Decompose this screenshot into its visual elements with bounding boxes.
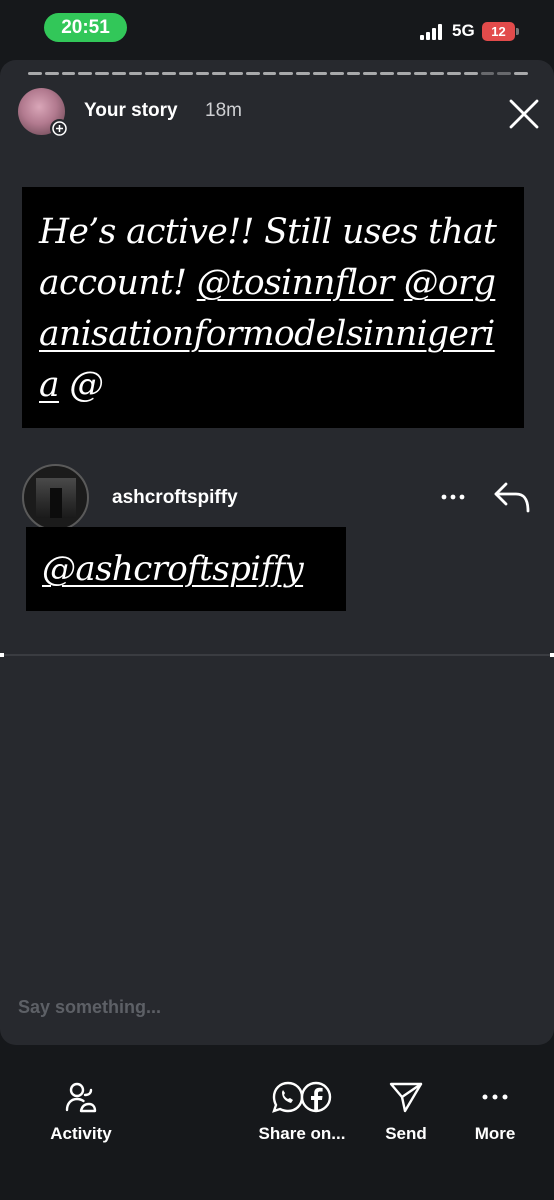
- mention-link[interactable]: @ashcroftspiffy: [42, 549, 304, 589]
- battery-level: 12: [491, 24, 506, 39]
- content-corner: [550, 653, 554, 657]
- status-time: 20:51: [44, 13, 127, 42]
- share-on-label: Share on...: [258, 1124, 346, 1143]
- story-card[interactable]: Your story 18m He’s active!! Still uses …: [0, 60, 554, 1045]
- send-label: Send: [385, 1124, 427, 1143]
- activity-button[interactable]: Activity: [48, 1080, 114, 1144]
- mention-link[interactable]: @tosinnflor: [197, 263, 394, 303]
- network-type: 5G: [452, 21, 475, 40]
- close-icon[interactable]: [508, 98, 540, 130]
- story-progress-bar: [28, 72, 528, 75]
- story-owner-name[interactable]: Your story: [84, 100, 178, 122]
- reply-input[interactable]: Say something...: [18, 997, 161, 1018]
- activity-people-icon: [65, 1082, 97, 1113]
- whatsapp-facebook-icon: [272, 1081, 332, 1113]
- story-text-tail: @: [58, 365, 104, 405]
- story-time-ago: 18m: [205, 100, 242, 121]
- send-paper-plane-icon: [389, 1082, 423, 1113]
- reply-arrow-icon[interactable]: [492, 480, 532, 516]
- content-corner: [0, 653, 4, 657]
- more-horizontal-icon[interactable]: [440, 487, 468, 507]
- cellular-signal-icon: [420, 24, 442, 40]
- status-bar: 20:51 5G 12: [0, 0, 554, 58]
- story-text-block: He’s active!! Still uses that account! @…: [22, 187, 524, 428]
- story-actions-bar: Activity Share on... Send More: [0, 1080, 554, 1160]
- send-button[interactable]: Send: [382, 1080, 430, 1144]
- more-button[interactable]: More: [472, 1080, 518, 1144]
- battery-icon: 12: [482, 22, 519, 41]
- content-divider: [0, 654, 554, 656]
- more-dots-icon: [482, 1094, 508, 1100]
- more-label: More: [474, 1124, 516, 1143]
- shared-post-username[interactable]: ashcroftspiffy: [112, 487, 238, 509]
- activity-label: Activity: [50, 1124, 112, 1143]
- share-on-button[interactable]: Share on...: [256, 1080, 348, 1144]
- shared-mention-block: @ashcroftspiffy: [26, 527, 346, 611]
- story-header: Your story 18m: [0, 84, 554, 140]
- shared-post-avatar[interactable]: [22, 464, 89, 531]
- add-story-icon[interactable]: [50, 119, 69, 138]
